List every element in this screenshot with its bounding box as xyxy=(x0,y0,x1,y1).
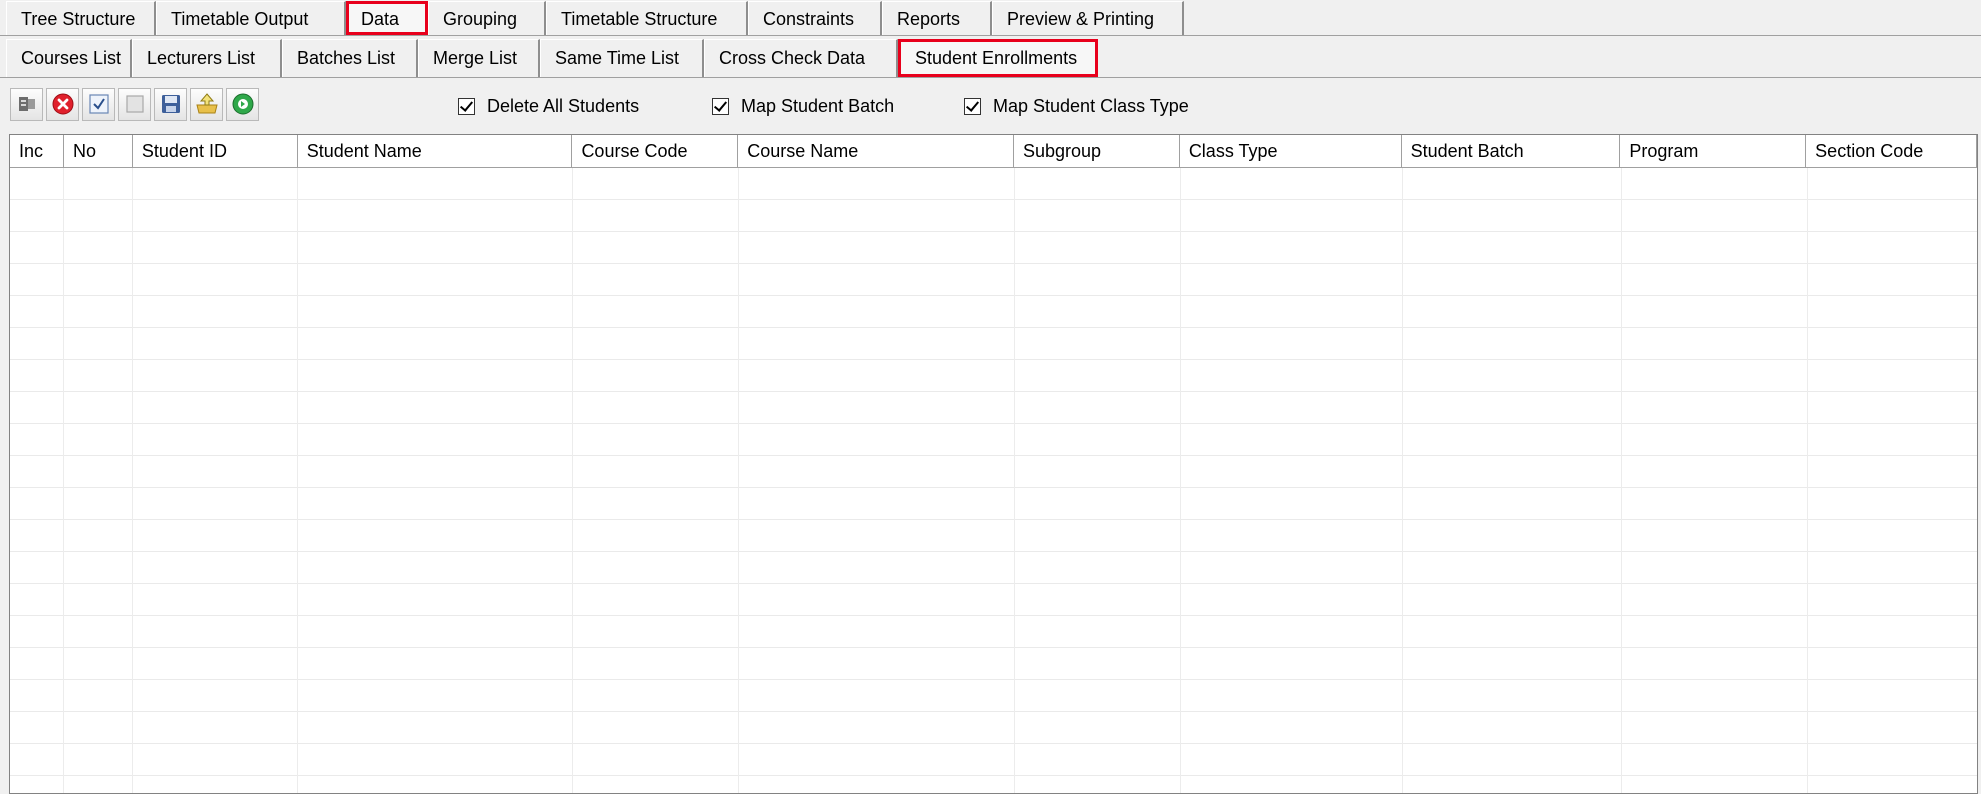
column-header-course-name[interactable]: Course Name xyxy=(738,135,1014,167)
tab-label: Constraints xyxy=(763,9,855,29)
tab-label: Merge List xyxy=(433,48,518,68)
tab-tree-structure[interactable]: Tree Structure xyxy=(6,1,156,35)
column-header-class-type[interactable]: Class Type xyxy=(1180,135,1402,167)
column-header-program[interactable]: Program xyxy=(1620,135,1807,167)
grid-body[interactable] xyxy=(10,168,1977,793)
tab-student-enrollments[interactable]: Student Enrollments xyxy=(898,39,1098,77)
column-header-student-batch[interactable]: Student Batch xyxy=(1402,135,1621,167)
column-header-student-id[interactable]: Student ID xyxy=(133,135,298,167)
tab-label: Lecturers List xyxy=(147,48,256,68)
column-divider xyxy=(132,168,133,793)
import-excel-button[interactable] xyxy=(10,87,43,121)
delete-all-students-label: Delete All Students xyxy=(487,96,640,116)
delete-all-students-option[interactable]: Delete All Students xyxy=(458,96,639,117)
column-header-subgroup[interactable]: Subgroup xyxy=(1014,135,1180,167)
column-divider xyxy=(297,168,298,793)
tab-same-time-list[interactable]: Same Time List xyxy=(540,39,704,77)
tab-merge-list[interactable]: Merge List xyxy=(418,39,540,77)
tab-label: Data xyxy=(361,9,400,29)
student-enrollments-window: Tree Structure Timetable Output Data Gro… xyxy=(0,0,1981,794)
tab-label: Tree Structure xyxy=(21,9,136,29)
tab-reports[interactable]: Reports xyxy=(882,1,992,35)
tab-constraints[interactable]: Constraints xyxy=(748,1,882,35)
tab-label: Batches List xyxy=(297,48,396,68)
tab-label: Courses List xyxy=(21,48,122,68)
tab-label: Timetable Output xyxy=(171,9,309,29)
map-student-batch-option[interactable]: Map Student Batch xyxy=(712,96,894,117)
column-divider xyxy=(1621,168,1622,793)
student-enrollments-grid[interactable]: Inc No Student ID Student Name Course Co… xyxy=(9,134,1978,794)
tab-timetable-structure[interactable]: Timetable Structure xyxy=(546,1,748,35)
column-header-section-code[interactable]: Section Code xyxy=(1806,135,1977,167)
tab-label: Preview & Printing xyxy=(1007,9,1155,29)
column-divider xyxy=(1807,168,1808,793)
map-student-batch-label: Map Student Batch xyxy=(741,96,895,116)
tab-batches-list[interactable]: Batches List xyxy=(282,39,418,77)
tab-preview-printing[interactable]: Preview & Printing xyxy=(992,1,1184,35)
delete-all-students-checkbox[interactable] xyxy=(458,98,475,115)
delete-red-circle-icon xyxy=(52,93,73,115)
tab-label: Reports xyxy=(897,9,961,29)
save-button[interactable] xyxy=(154,87,187,121)
column-divider xyxy=(572,168,573,793)
column-header-inc[interactable]: Inc xyxy=(10,135,64,167)
map-student-batch-checkbox[interactable] xyxy=(712,98,729,115)
map-student-class-type-label: Map Student Class Type xyxy=(993,96,1189,116)
data-sub-tab-bar: Courses List Lecturers List Batches List… xyxy=(0,36,1981,78)
main-tab-bar: Tree Structure Timetable Output Data Gro… xyxy=(0,0,1981,36)
column-divider xyxy=(1180,168,1181,793)
check-button[interactable] xyxy=(82,87,115,121)
column-header-no[interactable]: No xyxy=(64,135,133,167)
import-excel-icon xyxy=(18,97,35,111)
tab-cross-check-data[interactable]: Cross Check Data xyxy=(704,39,898,77)
column-divider xyxy=(1402,168,1403,793)
check-icon xyxy=(88,94,109,114)
column-header-course-code[interactable]: Course Code xyxy=(572,135,739,167)
tab-label: Cross Check Data xyxy=(719,48,866,68)
grid-header: Inc No Student ID Student Name Course Co… xyxy=(10,135,1977,168)
add-green-circle-icon xyxy=(232,93,253,115)
toolbar xyxy=(10,84,259,124)
map-student-class-type-option[interactable]: Map Student Class Type xyxy=(964,96,1189,117)
tab-data[interactable]: Data xyxy=(346,1,428,35)
tab-label: Student Enrollments xyxy=(915,48,1078,68)
tab-label: Timetable Structure xyxy=(561,9,718,29)
tab-timetable-output[interactable]: Timetable Output xyxy=(156,1,346,35)
upload-folder-button[interactable] xyxy=(190,87,223,121)
tab-label: Same Time List xyxy=(555,48,680,68)
blank-page-button[interactable] xyxy=(118,87,151,121)
tab-grouping[interactable]: Grouping xyxy=(428,1,546,35)
map-student-class-type-checkbox[interactable] xyxy=(964,98,981,115)
save-disk-icon xyxy=(161,95,180,113)
tab-label: Grouping xyxy=(443,9,518,29)
column-divider xyxy=(1014,168,1015,793)
tab-courses-list[interactable]: Courses List xyxy=(6,39,132,77)
column-divider xyxy=(63,168,64,793)
tab-lecturers-list[interactable]: Lecturers List xyxy=(132,39,282,77)
delete-button[interactable] xyxy=(46,87,79,121)
blank-page-icon xyxy=(125,95,144,113)
column-header-student-name[interactable]: Student Name xyxy=(298,135,573,167)
add-button[interactable] xyxy=(226,87,259,121)
column-divider xyxy=(738,168,739,793)
upload-folder-icon xyxy=(195,93,218,114)
